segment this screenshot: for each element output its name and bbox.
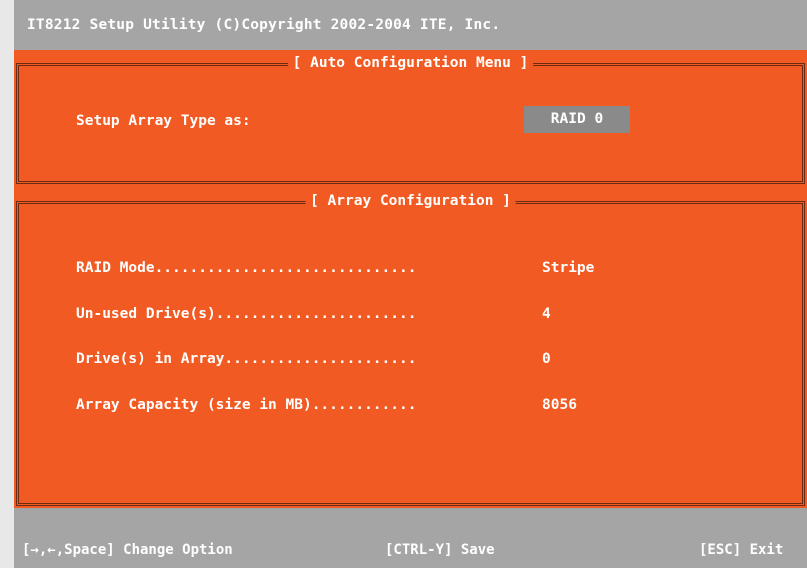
- exit-hint: [ESC] Exit: [699, 542, 784, 558]
- array-configuration-title: [ Array Configuration ]: [305, 193, 516, 209]
- title-text: IT8212 Setup Utility (C)Copyright 2002-2…: [27, 17, 501, 33]
- drives-in-array-label: Drive(s) in Array......................: [76, 351, 417, 367]
- array-type-value: RAID 0: [550, 111, 604, 127]
- title-bar: IT8212 Setup Utility (C)Copyright 2002-2…: [14, 0, 807, 50]
- raid-mode-value: Stripe: [542, 260, 595, 276]
- array-capacity-value: 8056: [542, 397, 577, 413]
- unused-drives-value: 4: [542, 306, 551, 322]
- drives-in-array-value: 0: [542, 351, 551, 367]
- change-option-hint: [→,←,Space] Change Option: [22, 542, 233, 558]
- raid-mode-label: RAID Mode..............................: [76, 260, 417, 276]
- bios-screen: IT8212 Setup Utility (C)Copyright 2002-2…: [0, 0, 807, 568]
- left-edge: [0, 0, 14, 568]
- array-type-selector[interactable]: RAID 0: [524, 106, 630, 133]
- auto-configuration-title: [ Auto Configuration Menu ]: [287, 55, 534, 71]
- array-capacity-label: Array Capacity (size in MB)............: [76, 397, 417, 413]
- setup-array-type-label: Setup Array Type as:: [76, 113, 251, 129]
- unused-drives-label: Un-used Drive(s).......................: [76, 306, 417, 322]
- save-hint: [CTRL-Y] Save: [385, 542, 495, 558]
- help-bar: [→,←,Space] Change Option [CTRL-Y] Save …: [14, 508, 807, 568]
- array-configuration-panel: [ Array Configuration ] RAID Mode.......…: [14, 186, 807, 508]
- auto-configuration-panel: [ Auto Configuration Menu ] Setup Array …: [14, 50, 807, 186]
